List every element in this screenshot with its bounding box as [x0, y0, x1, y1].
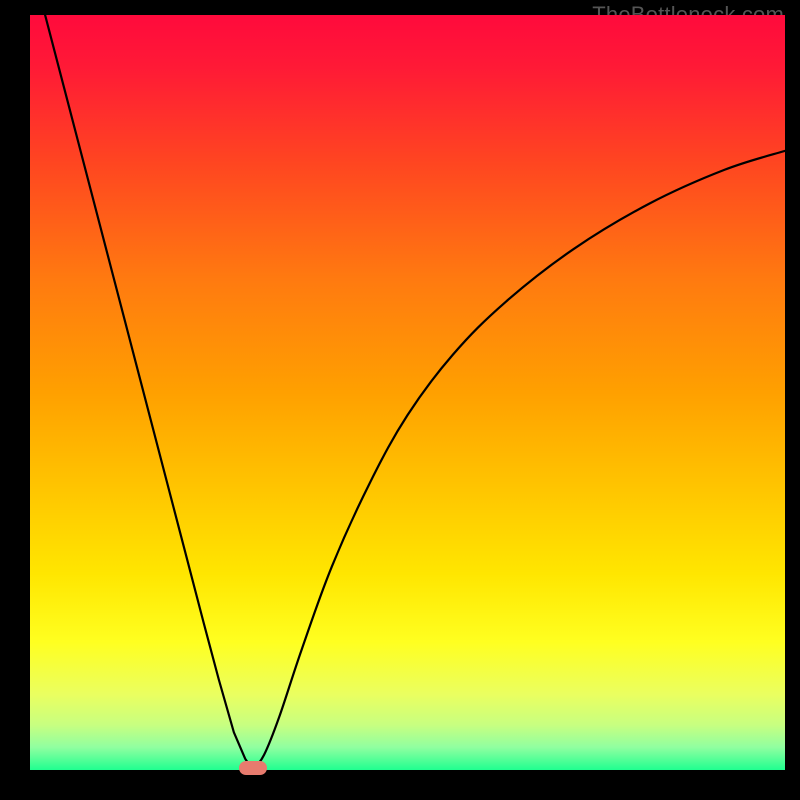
- chart-frame: [30, 15, 785, 770]
- bottleneck-chart: [30, 15, 785, 770]
- optimal-point-marker: [239, 761, 267, 775]
